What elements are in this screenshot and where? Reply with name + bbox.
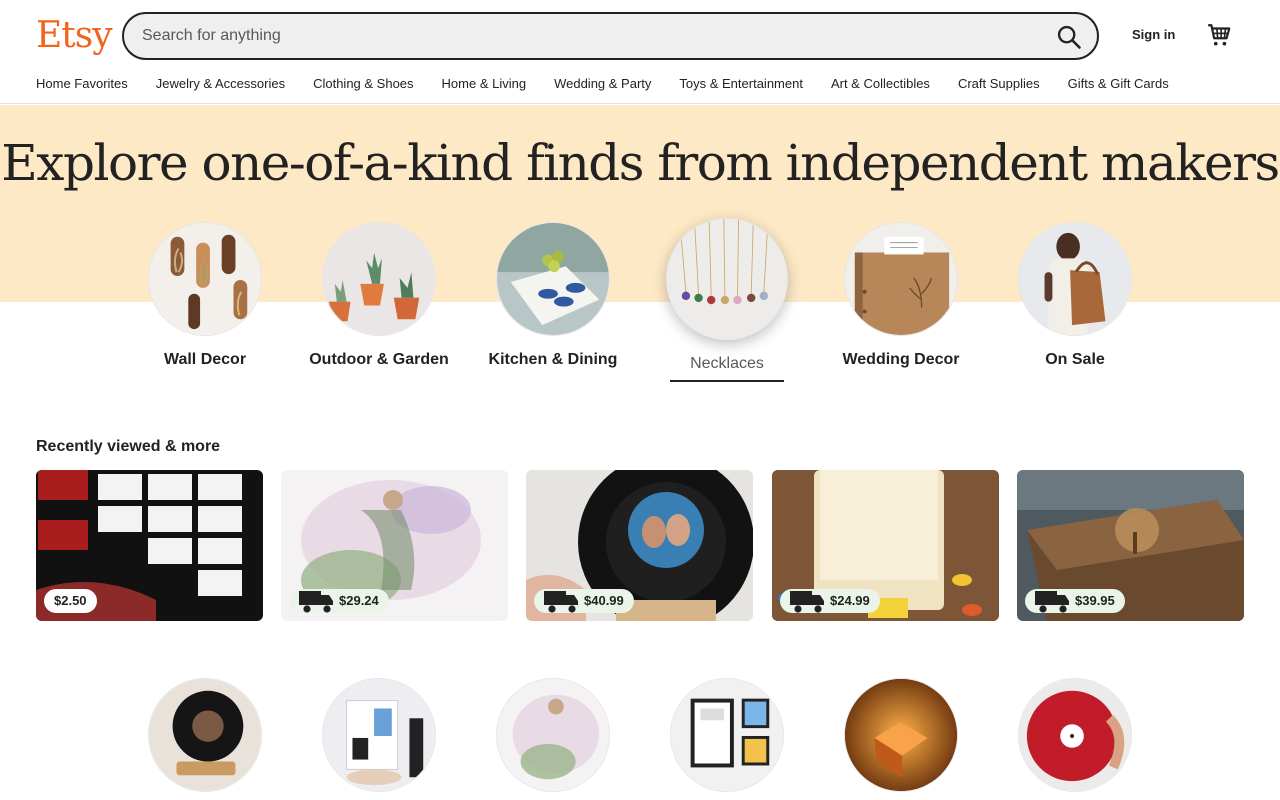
nav-art-collectibles[interactable]: Art & Collectibles bbox=[831, 76, 930, 91]
recommendation-image bbox=[149, 679, 261, 791]
recommendation-image bbox=[671, 679, 783, 791]
category-label: Wedding Decor bbox=[842, 351, 960, 368]
category-image bbox=[148, 222, 262, 336]
category-label: Outdoor & Garden bbox=[309, 351, 449, 368]
category-image bbox=[666, 218, 788, 340]
recommendation-image bbox=[1019, 679, 1131, 791]
recommendation-item[interactable] bbox=[670, 678, 784, 792]
category-necklaces[interactable]: Necklaces bbox=[666, 218, 788, 382]
recommendation-image bbox=[497, 679, 609, 791]
price-value: $24.99 bbox=[830, 593, 870, 608]
price-badge: $39.95 bbox=[1025, 589, 1125, 613]
nav-home-favorites[interactable]: Home Favorites bbox=[36, 76, 128, 91]
recommendation-item[interactable] bbox=[322, 678, 436, 792]
active-category-underline bbox=[670, 380, 784, 382]
product-card[interactable]: $2.50 bbox=[36, 470, 263, 621]
category-image bbox=[322, 222, 436, 336]
price-badge: $2.50 bbox=[44, 589, 97, 613]
search-icon bbox=[1057, 25, 1081, 49]
recommendation-item[interactable] bbox=[496, 678, 610, 792]
site-header: Etsy Sign in Home Favorites Jewelry & Ac… bbox=[0, 0, 1280, 104]
truck-icon bbox=[299, 591, 333, 613]
recommendation-item[interactable] bbox=[148, 678, 262, 792]
recently-viewed-list: $2.50 $29.24 $40.99 $24.99 $39.95 bbox=[36, 470, 1244, 621]
product-card[interactable]: $24.99 bbox=[772, 470, 999, 621]
category-outdoor-garden[interactable]: Outdoor & Garden bbox=[309, 222, 449, 370]
etsy-logo[interactable]: Etsy bbox=[36, 14, 113, 58]
truck-icon bbox=[544, 591, 578, 613]
price-badge: $40.99 bbox=[534, 589, 634, 613]
category-label: Wall Decor bbox=[163, 351, 247, 368]
product-card[interactable]: $40.99 bbox=[526, 470, 753, 621]
category-on-sale[interactable]: On Sale bbox=[1018, 222, 1132, 370]
price-value: $40.99 bbox=[584, 593, 624, 608]
category-label: Kitchen & Dining bbox=[488, 351, 618, 368]
category-image bbox=[844, 222, 958, 336]
category-image bbox=[1018, 222, 1132, 336]
category-label: On Sale bbox=[1045, 351, 1105, 368]
nav-home-living[interactable]: Home & Living bbox=[442, 76, 527, 91]
category-nav: Home Favorites Jewelry & Accessories Clo… bbox=[36, 76, 1169, 91]
truck-icon bbox=[790, 591, 824, 613]
nav-wedding-party[interactable]: Wedding & Party bbox=[554, 76, 651, 91]
truck-icon bbox=[1035, 591, 1069, 613]
recommendation-image bbox=[845, 679, 957, 791]
cart-icon bbox=[1208, 24, 1231, 46]
hero-title: Explore one-of-a-kind finds from indepen… bbox=[1, 134, 1280, 192]
search-button[interactable] bbox=[1055, 23, 1083, 51]
recommendation-item[interactable] bbox=[1018, 678, 1132, 792]
price-badge: $29.24 bbox=[289, 589, 389, 613]
category-wall-decor[interactable]: Wall Decor bbox=[148, 222, 262, 370]
price-value: $2.50 bbox=[54, 593, 87, 608]
recommendation-circles bbox=[148, 678, 1138, 792]
sign-in-link[interactable]: Sign in bbox=[1132, 27, 1175, 42]
nav-gifts-gift-cards[interactable]: Gifts & Gift Cards bbox=[1068, 76, 1169, 91]
nav-toys-entertainment[interactable]: Toys & Entertainment bbox=[679, 76, 803, 91]
search-input[interactable] bbox=[142, 24, 1022, 48]
nav-craft-supplies[interactable]: Craft Supplies bbox=[958, 76, 1040, 91]
search-bar bbox=[122, 12, 1099, 60]
recommendation-image bbox=[323, 679, 435, 791]
category-image bbox=[496, 222, 610, 336]
recommendation-item[interactable] bbox=[844, 678, 958, 792]
price-value: $39.95 bbox=[1075, 593, 1115, 608]
category-circles: Wall Decor Outdoor & Garden Kitchen & Di… bbox=[148, 218, 1138, 402]
nav-jewelry-accessories[interactable]: Jewelry & Accessories bbox=[156, 76, 285, 91]
cart-button[interactable] bbox=[1206, 22, 1232, 48]
product-card[interactable]: $39.95 bbox=[1017, 470, 1244, 621]
product-card[interactable]: $29.24 bbox=[281, 470, 508, 621]
price-value: $29.24 bbox=[339, 593, 379, 608]
nav-clothing-shoes[interactable]: Clothing & Shoes bbox=[313, 76, 413, 91]
price-badge: $24.99 bbox=[780, 589, 880, 613]
category-label: Necklaces bbox=[690, 355, 764, 372]
category-kitchen-dining[interactable]: Kitchen & Dining bbox=[489, 222, 617, 370]
recently-viewed-title: Recently viewed & more bbox=[36, 438, 221, 455]
category-wedding-decor[interactable]: Wedding Decor bbox=[842, 222, 960, 370]
